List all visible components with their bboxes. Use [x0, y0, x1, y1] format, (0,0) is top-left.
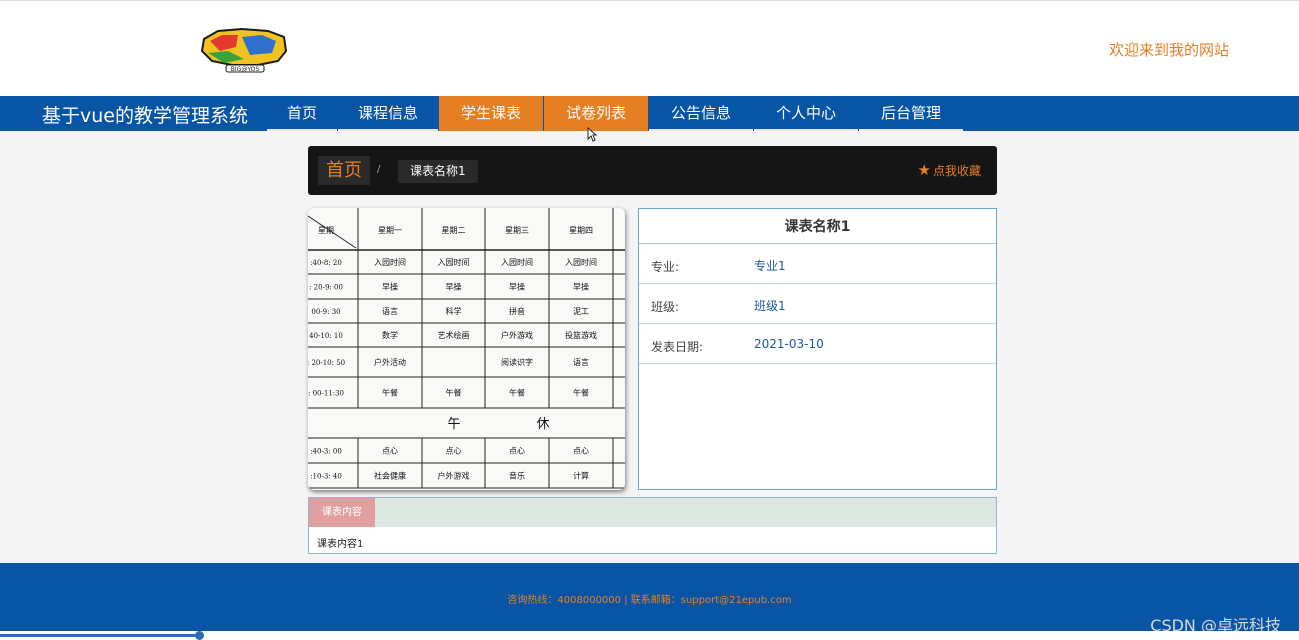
- schedule-cell: 户外游戏: [501, 330, 533, 340]
- schedule-cell: 早操: [573, 282, 589, 292]
- detail-label: 发表日期:: [651, 340, 704, 354]
- schedule-cell: 投篮游戏: [565, 330, 597, 340]
- schedule-header-cell: 星期三: [505, 226, 529, 235]
- content-text: 课表内容1: [317, 539, 364, 550]
- detail-row-major: 专业: 专业1: [639, 244, 996, 284]
- schedule-time-cell: :10-3: 40: [310, 473, 342, 481]
- schedule-cell: 午餐: [382, 388, 398, 398]
- nav-item-admin[interactable]: 后台管理: [859, 96, 964, 131]
- schedule-cell: 户外游戏: [438, 471, 470, 481]
- schedule-cell: 早操: [446, 282, 462, 292]
- breadcrumb: 首页 / 课表名称1 ★ 点我收藏: [308, 146, 997, 195]
- schedule-cell: 泥工: [573, 307, 589, 316]
- progress-handle[interactable]: [194, 631, 204, 640]
- mouse-cursor-icon: [587, 127, 597, 142]
- favorite-label: 点我收藏: [932, 164, 981, 178]
- schedule-time-cell: : 20-10: 50: [308, 359, 345, 367]
- schedule-cell: 音乐: [509, 471, 525, 481]
- detail-value: 班级1: [754, 299, 786, 313]
- schedule-header-cell: 星期一: [378, 226, 402, 235]
- site-logo[interactable]: BIG@YOS: [198, 25, 290, 73]
- schedule-cell: 午餐: [509, 388, 525, 398]
- schedule-image: 星期 星期一 星期二 星期三 星期四 :40-8: 20 入园时间 入园时间 入园时间 入园时间:…: [308, 208, 625, 490]
- schedule-cell: 计算: [573, 471, 589, 481]
- breadcrumb-current: 课表名称1: [398, 160, 478, 183]
- site-brand[interactable]: 基于vue的教学管理系统: [42, 101, 248, 128]
- detail-value: 2021-03-10: [754, 337, 824, 351]
- schedule-cell: 早操: [382, 282, 398, 292]
- detail-row-class: 班级: 班级1: [639, 284, 996, 324]
- nav-item-announcements[interactable]: 公告信息: [649, 96, 754, 131]
- schedule-detail-card: 课表名称1 专业: 专业1 班级: 班级1 发表日期: 2021-03-10: [638, 208, 997, 490]
- detail-label: 班级:: [651, 300, 680, 314]
- main-nav: 基于vue的教学管理系统 首页 课程信息 学生课表 试卷列表 公告信息 个人中心…: [0, 96, 1299, 131]
- schedule-noon-label: 休: [536, 417, 549, 432]
- video-progress-bar[interactable]: [0, 631, 1299, 640]
- detail-label: 专业:: [651, 260, 680, 274]
- schedule-cell: 午餐: [573, 388, 589, 398]
- schedule-cell: 艺术绘画: [438, 330, 470, 340]
- schedule-header-cell: 星期四: [569, 226, 593, 235]
- schedule-cell: 阅读识字: [501, 357, 533, 367]
- breadcrumb-separator: /: [377, 164, 381, 175]
- schedule-cell: 数学: [382, 330, 398, 340]
- schedule-cell: 入园时间: [438, 257, 470, 267]
- schedule-cell: 早操: [509, 282, 525, 292]
- star-icon: ★: [917, 161, 931, 179]
- schedule-cell: 语言: [382, 306, 398, 316]
- schedule-time-cell: :40-8: 20: [310, 259, 342, 267]
- schedule-cell: 入园时间: [501, 257, 533, 267]
- schedule-time-cell: : 00-11:30: [308, 390, 344, 398]
- schedule-cell: 户外活动: [374, 357, 406, 367]
- favorite-button[interactable]: ★ 点我收藏: [918, 161, 981, 179]
- footer: 咨询热线：4008000000 | 联系邮箱：support@21epub.co…: [0, 563, 1299, 635]
- schedule-cell: 点心: [509, 447, 525, 456]
- nav-item-exam-list[interactable]: 试卷列表: [544, 96, 649, 131]
- footer-contact: 咨询热线：4008000000 | 联系邮箱：support@21epub.co…: [507, 595, 792, 606]
- schedule-time-cell: 00-9: 30: [311, 308, 340, 316]
- top-header: BIG@YOS 欢迎来到我的网站: [0, 0, 1299, 96]
- detail-row-date: 发表日期: 2021-03-10: [639, 324, 996, 364]
- nav-item-profile[interactable]: 个人中心: [754, 96, 859, 131]
- schedule-time-cell: : 20-9: 00: [309, 284, 343, 292]
- nav-item-home[interactable]: 首页: [267, 96, 338, 131]
- content-panel: 课表内容 课表内容1: [308, 497, 997, 554]
- nav-item-courses[interactable]: 课程信息: [338, 96, 439, 131]
- progress-fill: [0, 634, 199, 637]
- schedule-time-cell: :40-3: 00: [310, 448, 342, 456]
- schedule-cell: 点心: [573, 447, 589, 456]
- svg-text:BIG@YOS: BIG@YOS: [231, 66, 260, 73]
- schedule-header-cell: 星期: [318, 226, 334, 235]
- nav-item-student-schedule[interactable]: 学生课表: [439, 96, 544, 131]
- schedule-cell: 点心: [446, 447, 462, 456]
- content-tab[interactable]: 课表内容: [309, 498, 375, 527]
- schedule-cell: 点心: [382, 447, 398, 456]
- breadcrumb-home[interactable]: 首页: [318, 156, 370, 185]
- content-header: 课表内容: [309, 498, 996, 527]
- schedule-cell: 入园时间: [565, 257, 597, 267]
- schedule-header-cell: 星期二: [442, 226, 466, 235]
- schedule-cell: 入园时间: [374, 257, 406, 267]
- schedule-cell: 语言: [573, 357, 589, 367]
- detail-value: 专业1: [754, 259, 786, 273]
- schedule-table-graphic: 星期 星期一 星期二 星期三 星期四 :40-8: 20 入园时间 入园时间 入园时间 入园时间:…: [308, 208, 625, 489]
- schedule-time-cell: 40-10: 10: [309, 332, 343, 340]
- welcome-text: 欢迎来到我的网站: [1108, 41, 1229, 59]
- nav-menu: 首页 课程信息 学生课表 试卷列表 公告信息 个人中心 后台管理: [267, 96, 964, 131]
- page: BIG@YOS 欢迎来到我的网站 基于vue的教学管理系统 首页 课程信息 学生…: [0, 0, 1299, 640]
- detail-title: 课表名称1: [639, 209, 996, 244]
- schedule-cell: 社会健康: [374, 471, 406, 481]
- schedule-noon-label: 午: [447, 417, 460, 432]
- schedule-cell: 拼音: [509, 306, 525, 316]
- schedule-cell: 科学: [446, 306, 462, 316]
- schedule-cell: 午餐: [446, 388, 462, 398]
